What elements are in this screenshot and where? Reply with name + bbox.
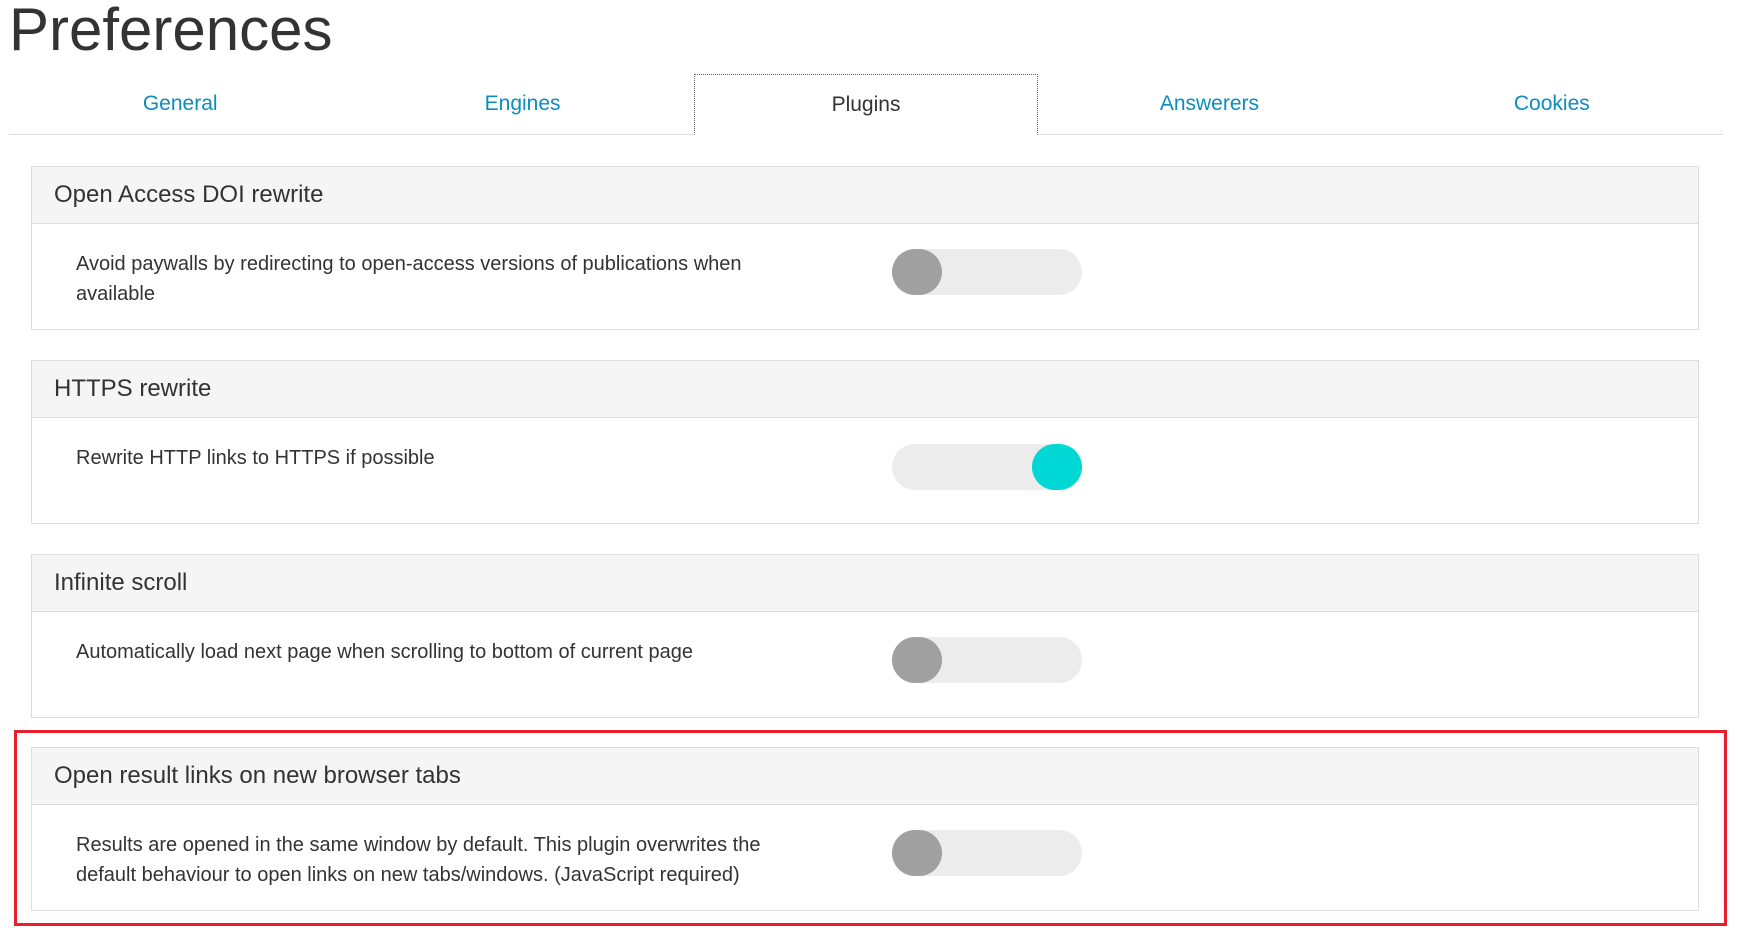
tab-plugins[interactable]: Plugins [693,74,1039,135]
plugin-panel-https-rewrite: HTTPS rewrite Rewrite HTTP links to HTTP… [31,360,1699,524]
plugin-toggle-infinite-scroll[interactable] [892,637,1082,683]
preferences-tabs: General Engines Plugins Answerers Cookie… [9,74,1723,135]
plugin-title: HTTPS rewrite [32,361,1698,418]
plugin-description: Automatically load next page when scroll… [76,641,694,663]
toggle-knob [892,249,942,295]
tab-answerers[interactable]: Answerers [1038,74,1380,134]
plugin-toggle-https-rewrite[interactable] [892,444,1082,490]
tab-general[interactable]: General [9,74,351,134]
plugin-toggle-doi-rewrite[interactable] [892,249,1082,295]
toggle-knob [892,637,942,683]
plugin-title: Open Access DOI rewrite [32,167,1698,224]
toggle-knob [1032,444,1082,490]
plugin-description: Avoid paywalls by redirecting to open-ac… [76,253,742,305]
tab-engines[interactable]: Engines [351,74,693,134]
plugin-title: Infinite scroll [32,555,1698,612]
plugin-panel-infinite-scroll: Infinite scroll Automatically load next … [31,554,1699,718]
plugin-description: Rewrite HTTP links to HTTPS if possible [76,447,435,469]
plugin-panel-doi-rewrite: Open Access DOI rewrite Avoid paywalls b… [31,166,1699,330]
page-title: Preferences [9,0,333,63]
tab-cookies[interactable]: Cookies [1381,74,1723,134]
highlight-box [14,730,1727,926]
